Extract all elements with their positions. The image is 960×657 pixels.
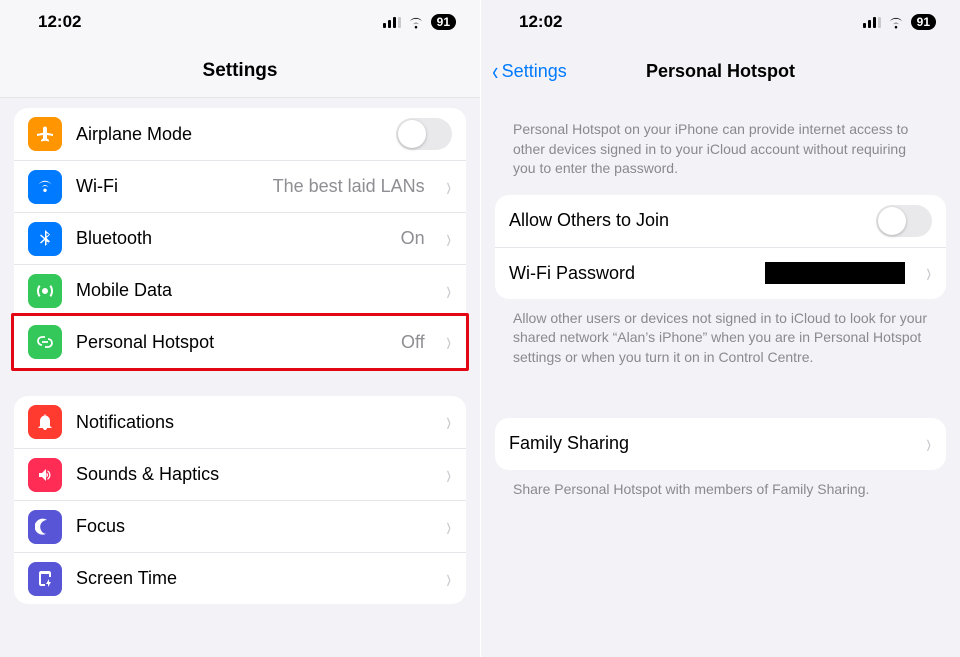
- row-label: Personal Hotspot: [76, 332, 387, 353]
- row-personal-hotspot[interactable]: Personal Hotspot Off ›: [14, 316, 466, 368]
- row-label: Focus: [76, 516, 425, 537]
- row-label: Family Sharing: [509, 433, 905, 454]
- chevron-left-icon: ‹: [492, 58, 498, 84]
- personal-hotspot-screen: 12:02 91 ‹ Settings Personal Hotspot Per…: [480, 0, 960, 657]
- allow-others-toggle[interactable]: [876, 205, 932, 237]
- wifi-status-icon: [887, 16, 905, 29]
- chevron-right-icon: ›: [446, 170, 450, 204]
- bluetooth-icon: [28, 222, 62, 256]
- row-focus[interactable]: Focus ›: [14, 500, 466, 552]
- row-wifi[interactable]: Wi-Fi The best laid LANs ›: [14, 160, 466, 212]
- row-label: Sounds & Haptics: [76, 464, 425, 485]
- row-wifi-password[interactable]: Wi-Fi Password ›: [495, 247, 946, 299]
- chevron-right-icon: ›: [446, 458, 450, 492]
- status-icons: 91: [863, 14, 936, 30]
- family-group: Family Sharing ›: [495, 418, 946, 470]
- status-time: 12:02: [38, 12, 81, 32]
- chevron-right-icon: ›: [446, 405, 450, 439]
- row-label: Screen Time: [76, 568, 425, 589]
- row-mobile-data[interactable]: Mobile Data ›: [14, 264, 466, 316]
- status-time: 12:02: [519, 12, 562, 32]
- airplane-toggle[interactable]: [396, 118, 452, 150]
- row-sounds-haptics[interactable]: Sounds & Haptics ›: [14, 448, 466, 500]
- row-label: Bluetooth: [76, 228, 387, 249]
- row-label: Wi-Fi Password: [509, 263, 751, 284]
- wifi-icon: [28, 170, 62, 204]
- hotspot-icon: [28, 325, 62, 359]
- cellular-signal-icon: [383, 16, 401, 28]
- hotspot-group: Allow Others to Join Wi-Fi Password ›: [495, 195, 946, 299]
- chevron-right-icon: ›: [446, 274, 450, 308]
- nav-bar: ‹ Settings Personal Hotspot: [481, 44, 960, 98]
- battery-icon: 91: [431, 14, 456, 30]
- chevron-right-icon: ›: [926, 427, 930, 461]
- settings-group-alerts: Notifications › Sounds & Haptics › Focus…: [14, 396, 466, 604]
- battery-icon: 91: [911, 14, 936, 30]
- settings-group-connectivity: Airplane Mode Wi-Fi The best laid LANs ›…: [14, 108, 466, 371]
- page-title: Settings: [203, 60, 278, 82]
- chevron-right-icon: ›: [446, 325, 450, 359]
- chevron-right-icon: ›: [446, 562, 450, 596]
- row-notifications[interactable]: Notifications ›: [14, 396, 466, 448]
- intro-text: Personal Hotspot on your iPhone can prov…: [495, 120, 946, 179]
- row-label: Mobile Data: [76, 280, 425, 301]
- row-airplane-mode[interactable]: Airplane Mode: [14, 108, 466, 160]
- row-value: On: [401, 228, 425, 249]
- nav-bar: Settings: [0, 44, 480, 98]
- chevron-right-icon: ›: [446, 510, 450, 544]
- screentime-icon: [28, 562, 62, 596]
- back-label: Settings: [502, 61, 567, 82]
- row-bluetooth[interactable]: Bluetooth On ›: [14, 212, 466, 264]
- family-footnote: Share Personal Hotspot with members of F…: [495, 480, 946, 500]
- chevron-right-icon: ›: [446, 222, 450, 256]
- cellular-signal-icon: [863, 16, 881, 28]
- status-bar: 12:02 91: [0, 0, 480, 44]
- row-value: Off: [401, 332, 425, 353]
- chevron-right-icon: ›: [926, 256, 930, 290]
- wifi-status-icon: [407, 16, 425, 29]
- back-button[interactable]: ‹ Settings: [491, 44, 567, 98]
- status-bar: 12:02 91: [481, 0, 960, 44]
- sounds-icon: [28, 458, 62, 492]
- row-label: Notifications: [76, 412, 425, 433]
- row-label: Allow Others to Join: [509, 210, 862, 231]
- notifications-icon: [28, 405, 62, 439]
- row-value: The best laid LANs: [273, 176, 425, 197]
- allow-footnote: Allow other users or devices not signed …: [495, 309, 946, 368]
- password-redacted: [765, 262, 905, 284]
- row-label: Wi-Fi: [76, 176, 259, 197]
- settings-screen: 12:02 91 Settings Airplane Mode: [0, 0, 480, 657]
- airplane-icon: [28, 117, 62, 151]
- focus-icon: [28, 510, 62, 544]
- row-allow-others[interactable]: Allow Others to Join: [495, 195, 946, 247]
- cellular-icon: [28, 274, 62, 308]
- row-screen-time[interactable]: Screen Time ›: [14, 552, 466, 604]
- row-label: Airplane Mode: [76, 124, 382, 145]
- row-family-sharing[interactable]: Family Sharing ›: [495, 418, 946, 470]
- highlight-box: Personal Hotspot Off ›: [11, 313, 469, 371]
- status-icons: 91: [383, 14, 456, 30]
